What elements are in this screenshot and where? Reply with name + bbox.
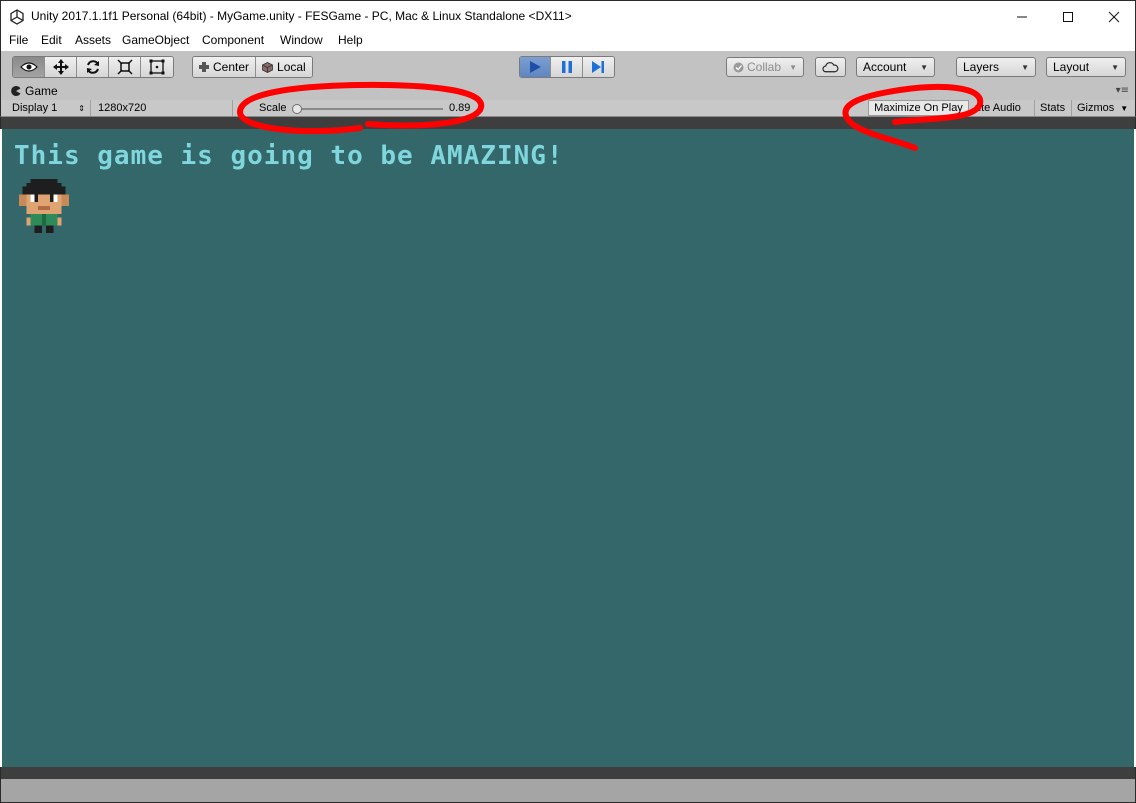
step-forward-icon [592, 61, 605, 73]
gizmos-dropdown[interactable]: Gizmos ▼ [1072, 100, 1130, 116]
dropdown-arrow-icon: ▼ [1111, 62, 1119, 72]
menu-assets[interactable]: Assets [75, 33, 111, 47]
display-dropdown[interactable]: Display 1 ⇕ [7, 100, 91, 116]
pause-icon [561, 61, 572, 73]
pixel-character-sprite [18, 179, 70, 234]
maximize-button[interactable] [1045, 1, 1091, 32]
scale-slider-track[interactable] [297, 108, 443, 110]
tab-menu-icon[interactable]: ▾≡ [1116, 85, 1129, 96]
collab-label: Collab [747, 60, 782, 74]
game-letterbox-top [0, 117, 1136, 129]
dropdown-arrow-icon: ▼ [789, 62, 797, 72]
account-dropdown[interactable]: Account ▼ [856, 57, 935, 77]
pivot-center-label: Center [213, 60, 250, 74]
pivot-center-button[interactable]: Center [193, 57, 257, 77]
hand-tool-button[interactable] [13, 57, 45, 77]
menu-bar: File Edit Assets GameObject Component Wi… [0, 31, 1136, 51]
maximize-on-play-label: Maximize On Play [874, 102, 963, 114]
stats-label: Stats [1040, 102, 1066, 114]
scale-slider-thumb[interactable] [292, 104, 302, 114]
game-headline-text: This game is going to be AMAZING! [14, 141, 564, 171]
maximize-on-play-toggle[interactable]: Maximize On Play [868, 100, 969, 116]
status-bar [0, 779, 1136, 803]
step-button[interactable] [582, 57, 614, 77]
tab-game[interactable]: Game [11, 84, 58, 98]
scale-tool-button[interactable] [109, 57, 141, 77]
play-button[interactable] [520, 57, 552, 77]
menu-component[interactable]: Component [202, 33, 264, 47]
cloud-button[interactable] [815, 57, 846, 77]
pause-button[interactable] [551, 57, 583, 77]
resolution-label: 1280x720 [98, 102, 147, 114]
mute-audio-label: ute Audio [975, 102, 1021, 114]
title-bar: Unity 2017.1.1f1 Personal (64bit) - MyGa… [0, 0, 1136, 31]
layers-label: Layers [963, 60, 1000, 74]
pacman-game-icon [11, 86, 21, 96]
maximize-icon [1063, 11, 1073, 22]
tab-game-label: Game [25, 84, 58, 98]
move-tool-button[interactable] [45, 57, 77, 77]
menu-file[interactable]: File [9, 33, 28, 47]
main-toolbar: Center Local Collab ▼ Account ▼ Layers ▼… [0, 51, 1136, 83]
scale-label: Scale [259, 102, 287, 114]
eye-icon [19, 62, 38, 72]
display-label: Display 1 [12, 102, 58, 114]
transform-tools [12, 56, 174, 78]
scale-icon [116, 59, 133, 75]
layers-dropdown[interactable]: Layers ▼ [956, 57, 1036, 77]
close-button[interactable] [1091, 1, 1136, 32]
game-view-toolbar: Display 1 ⇕ 1280x720 Scale 0.89 Maximize… [0, 100, 1136, 117]
game-tab-bar: Game ▾≡ [0, 83, 1136, 100]
collab-dropdown[interactable]: Collab ▼ [726, 57, 804, 77]
window-title: Unity 2017.1.1f1 Personal (64bit) - MyGa… [31, 9, 572, 23]
account-label: Account [863, 60, 907, 74]
pivot-toggles: Center Local [192, 56, 313, 78]
game-viewport[interactable]: This game is going to be AMAZING! [2, 129, 1134, 767]
minimize-icon [1017, 16, 1027, 17]
check-circle-icon [733, 62, 744, 72]
cloud-icon [822, 61, 839, 72]
pivot-local-label: Local [277, 60, 306, 74]
layout-dropdown[interactable]: Layout ▼ [1046, 57, 1126, 77]
cube-icon [262, 61, 273, 73]
close-icon [1108, 11, 1120, 22]
menu-gameobject[interactable]: GameObject [122, 33, 189, 47]
scale-value: 0.89 [449, 102, 471, 114]
rotate-icon [86, 60, 99, 74]
dropdown-arrow-icon: ▼ [1120, 103, 1129, 113]
menu-window[interactable]: Window [280, 33, 323, 47]
updown-arrow-icon: ⇕ [78, 103, 85, 113]
playback-controls [519, 56, 615, 78]
pivot-center-icon [199, 62, 209, 72]
play-icon [530, 61, 542, 73]
pivot-local-button[interactable]: Local [256, 57, 312, 77]
dropdown-arrow-icon: ▼ [1021, 62, 1029, 72]
rotate-tool-button[interactable] [77, 57, 109, 77]
minimize-button[interactable] [999, 1, 1045, 32]
unity-logo-icon [10, 9, 24, 25]
mute-audio-toggle[interactable]: ute Audio [970, 100, 1035, 116]
resolution-dropdown[interactable]: 1280x720 [93, 100, 233, 116]
menu-edit[interactable]: Edit [41, 33, 62, 47]
rect-tool-button[interactable] [141, 57, 173, 77]
dropdown-arrow-icon: ▼ [920, 62, 928, 72]
move-arrows-icon [52, 59, 69, 75]
rect-transform-icon [149, 59, 165, 75]
layout-label: Layout [1053, 60, 1090, 74]
gizmos-label: Gizmos [1077, 102, 1115, 114]
stats-toggle[interactable]: Stats [1035, 100, 1072, 116]
menu-help[interactable]: Help [338, 33, 363, 47]
game-letterbox-bottom [0, 767, 1136, 779]
